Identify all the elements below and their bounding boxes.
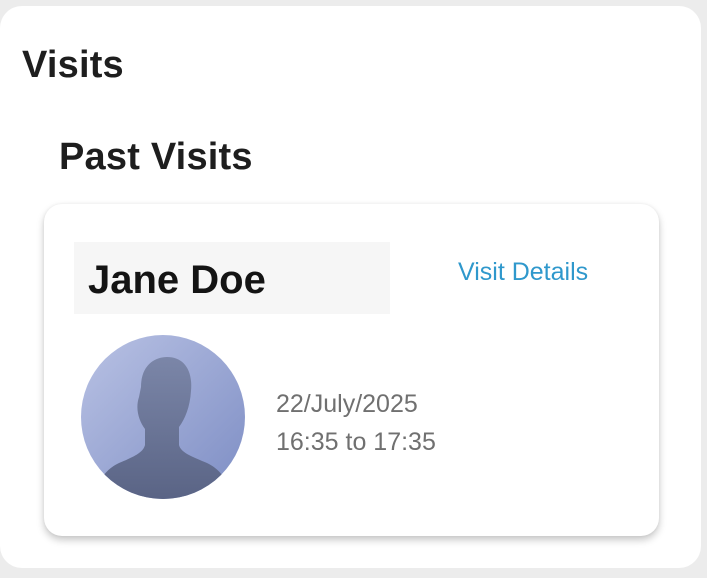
visit-time-range: 16:35 to 17:35 xyxy=(276,428,436,456)
visitor-name-box: Jane Doe xyxy=(74,242,390,314)
page-title: Visits xyxy=(22,44,124,86)
visit-date: 22/July/2025 xyxy=(276,390,418,418)
section-title: Past Visits xyxy=(59,136,253,178)
avatar xyxy=(81,335,245,499)
visit-card: Jane Doe Visit Details 22/July/2025 16:3… xyxy=(44,204,659,536)
visitor-name: Jane Doe xyxy=(88,258,266,302)
visits-panel: Visits Past Visits Jane Doe Visit Detail… xyxy=(0,6,701,568)
visit-details-link[interactable]: Visit Details xyxy=(458,258,588,287)
person-silhouette-icon xyxy=(81,335,245,499)
